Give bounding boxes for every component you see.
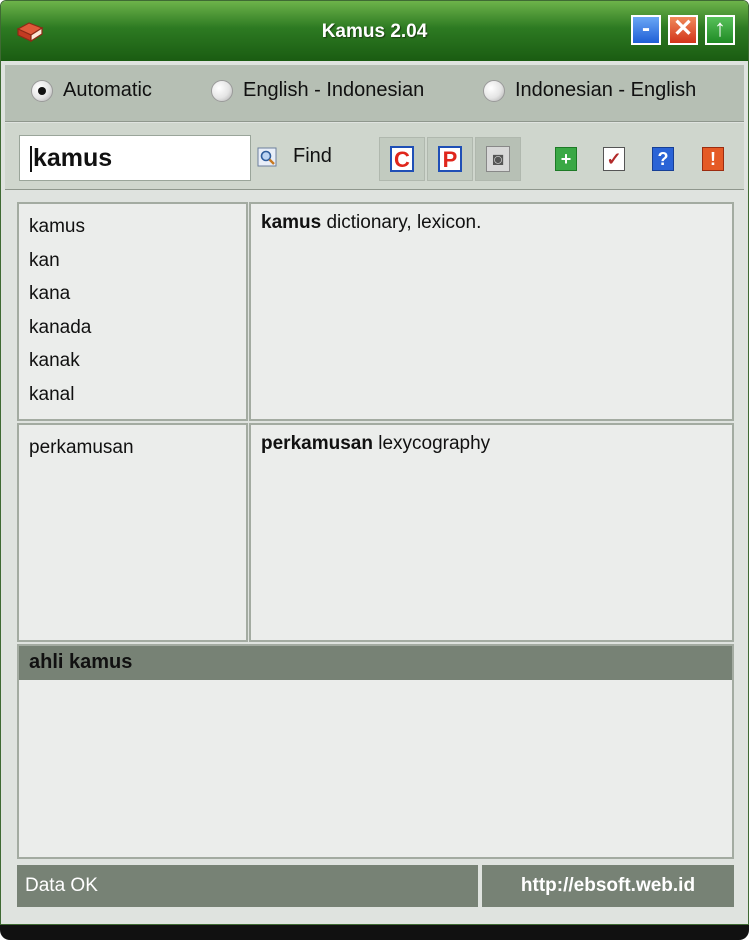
mode-label: Indonesian - English (515, 79, 697, 101)
window-shadow (0, 925, 749, 940)
phrase-heading: ahli kamus (19, 646, 732, 680)
always-on-top-button[interactable]: ↑ (705, 15, 735, 45)
definition-pane: kamus dictionary, lexicon. (249, 202, 734, 421)
word-list-item[interactable]: kana (29, 277, 236, 311)
related-list-item[interactable]: perkamusan (29, 431, 236, 465)
mode-automatic-radio[interactable]: Automatic (31, 79, 152, 102)
radio-checked-icon (31, 79, 53, 102)
related-definition-text: perkamusan lexycography (251, 425, 732, 463)
find-button[interactable]: Find (257, 145, 332, 168)
app-window: Kamus 2.04 - ✕ ↑ Automatic English - Ind… (0, 0, 749, 925)
status-text: Data OK (17, 865, 478, 907)
definition-meaning: dictionary, lexicon. (321, 212, 482, 233)
capture-button[interactable]: ◙ (475, 137, 521, 181)
word-list-item[interactable]: kamus (29, 210, 236, 244)
related-definition-meaning: lexycography (372, 433, 491, 454)
help-icon[interactable]: ? (652, 147, 674, 171)
copy-button[interactable]: C (379, 137, 425, 181)
word-list-item[interactable]: kan (29, 244, 236, 278)
related-definition-word: perkamusan (261, 433, 373, 454)
add-icon[interactable]: + (555, 147, 577, 171)
close-button[interactable]: ✕ (668, 15, 698, 45)
mode-english-indonesian-radio[interactable]: English - Indonesian (211, 79, 424, 102)
mode-label: English - Indonesian (243, 79, 425, 101)
related-list-pane[interactable]: perkamusan (17, 423, 248, 642)
mode-label: Automatic (63, 79, 152, 101)
paste-button[interactable]: P (427, 137, 473, 181)
checklist-icon[interactable]: ✓ (603, 147, 625, 171)
title-bar[interactable]: Kamus 2.04 - ✕ ↑ (1, 1, 748, 61)
related-definition-pane: perkamusan lexycography (249, 423, 734, 642)
alert-icon[interactable]: ! (702, 147, 724, 171)
word-list-pane[interactable]: kamus kan kana kanada kanak kanal (17, 202, 248, 421)
toolbar: kamus Find C P ◙ + ✓ ? ! (5, 123, 744, 190)
definition-text: kamus dictionary, lexicon. (251, 204, 732, 242)
word-list-item[interactable]: kanada (29, 311, 236, 345)
radio-icon (211, 79, 233, 102)
mode-selector: Automatic English - Indonesian Indonesia… (5, 65, 744, 122)
word-list-item[interactable]: kanak (29, 344, 236, 378)
mode-indonesian-english-radio[interactable]: Indonesian - English (483, 79, 696, 102)
paste-icon: P (438, 146, 462, 172)
word-list-item[interactable]: kanal (29, 378, 236, 412)
definition-word: kamus (261, 212, 322, 233)
camera-icon: ◙ (486, 146, 510, 172)
search-icon (257, 147, 277, 166)
search-input[interactable]: kamus (19, 135, 251, 181)
copy-icon: C (390, 146, 414, 172)
find-label: Find (293, 145, 332, 167)
website-link[interactable]: http://ebsoft.web.id (482, 865, 734, 907)
phrase-pane: ahli kamus (17, 644, 734, 859)
search-input-value: kamus (33, 144, 113, 172)
minimize-button[interactable]: - (631, 15, 661, 45)
radio-icon (483, 79, 505, 102)
